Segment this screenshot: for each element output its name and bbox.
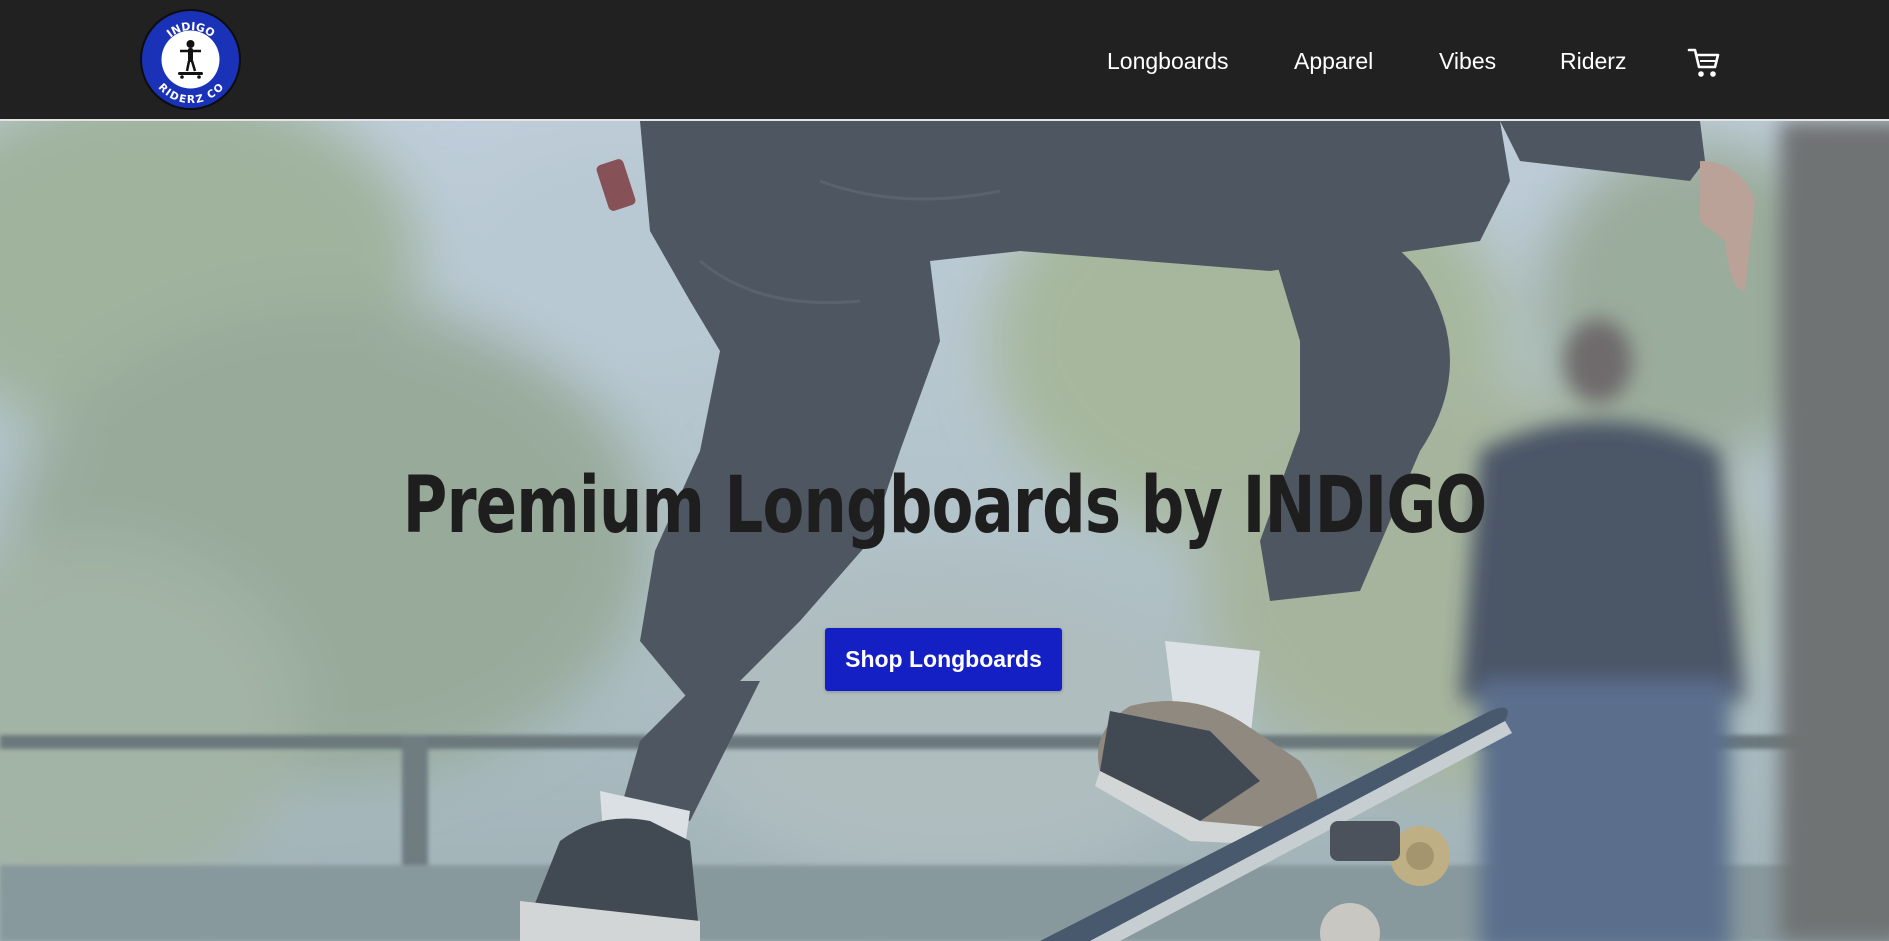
nav-riderz[interactable]: Riderz: [1560, 47, 1626, 75]
page: INDIGO RIDERZ CO Longboards Apparel Vibe…: [0, 0, 1889, 941]
nav-longboards[interactable]: Longboards: [1107, 47, 1229, 75]
cart-icon[interactable]: [1687, 47, 1721, 79]
shop-longboards-button[interactable]: Shop Longboards: [825, 628, 1062, 691]
site-header: INDIGO RIDERZ CO Longboards Apparel Vibe…: [0, 0, 1889, 121]
nav-apparel[interactable]: Apparel: [1294, 47, 1373, 75]
hero-title: Premium Longboards by INDIGO: [402, 461, 1487, 552]
nav-vibes[interactable]: Vibes: [1439, 47, 1496, 75]
indigo-riderz-logo[interactable]: INDIGO RIDERZ CO: [140, 9, 241, 110]
logo-emblem: INDIGO RIDERZ CO: [156, 20, 226, 106]
hero-section: Premium Longboards by INDIGO Shop Longbo…: [0, 121, 1889, 941]
